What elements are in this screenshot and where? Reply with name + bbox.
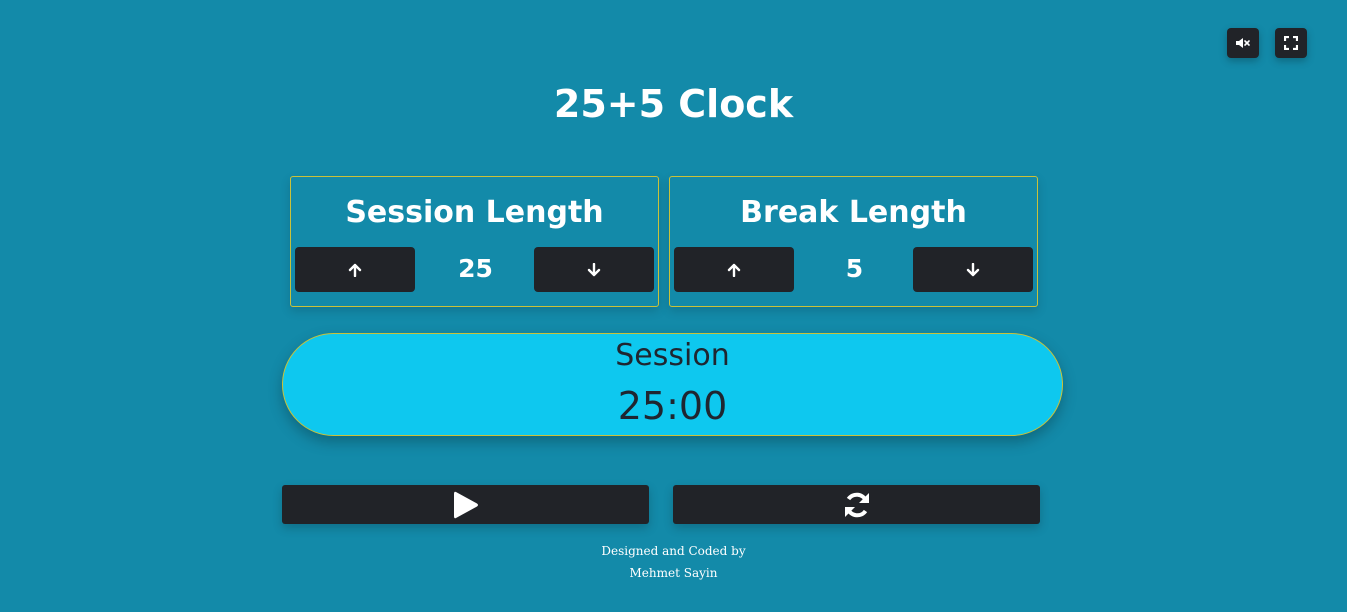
break-length-panel: Break Length 5: [669, 176, 1038, 307]
break-decrement-button[interactable]: [913, 247, 1033, 292]
play-icon: [453, 491, 478, 518]
footer-author: Mehmet Sayin: [629, 566, 718, 580]
session-length-value: 25: [458, 254, 493, 283]
start-stop-button[interactable]: [282, 485, 649, 524]
fullscreen-button[interactable]: [1275, 28, 1307, 58]
break-length-label: Break Length: [740, 195, 967, 230]
volume-mute-icon: [1236, 38, 1250, 48]
timer-display: Session 25:00: [282, 333, 1063, 436]
session-increment-button[interactable]: [295, 247, 415, 292]
arrow-down-icon: [966, 262, 980, 276]
session-decrement-button[interactable]: [534, 247, 654, 292]
arrow-up-icon: [348, 263, 362, 277]
timer-label: Session: [615, 338, 730, 373]
break-increment-button[interactable]: [674, 247, 794, 292]
footer-credit: Designed and Coded by Mehmet Sayin: [0, 540, 1347, 584]
session-length-panel: Session Length 25: [290, 176, 659, 307]
clock-app: 25+5 Clock Session Length 25 Break Lengt…: [0, 0, 1347, 612]
time-left: 25:00: [617, 384, 728, 428]
break-length-value: 5: [845, 254, 864, 283]
session-length-label: Session Length: [345, 195, 604, 230]
arrow-up-icon: [727, 263, 741, 277]
refresh-icon: [844, 492, 869, 517]
reset-button[interactable]: [673, 485, 1040, 524]
fullscreen-icon: [1284, 36, 1298, 50]
page-title: 25+5 Clock: [553, 82, 794, 126]
mute-button[interactable]: [1227, 28, 1259, 58]
footer-line-1: Designed and Coded by: [601, 544, 746, 558]
arrow-down-icon: [587, 262, 601, 276]
